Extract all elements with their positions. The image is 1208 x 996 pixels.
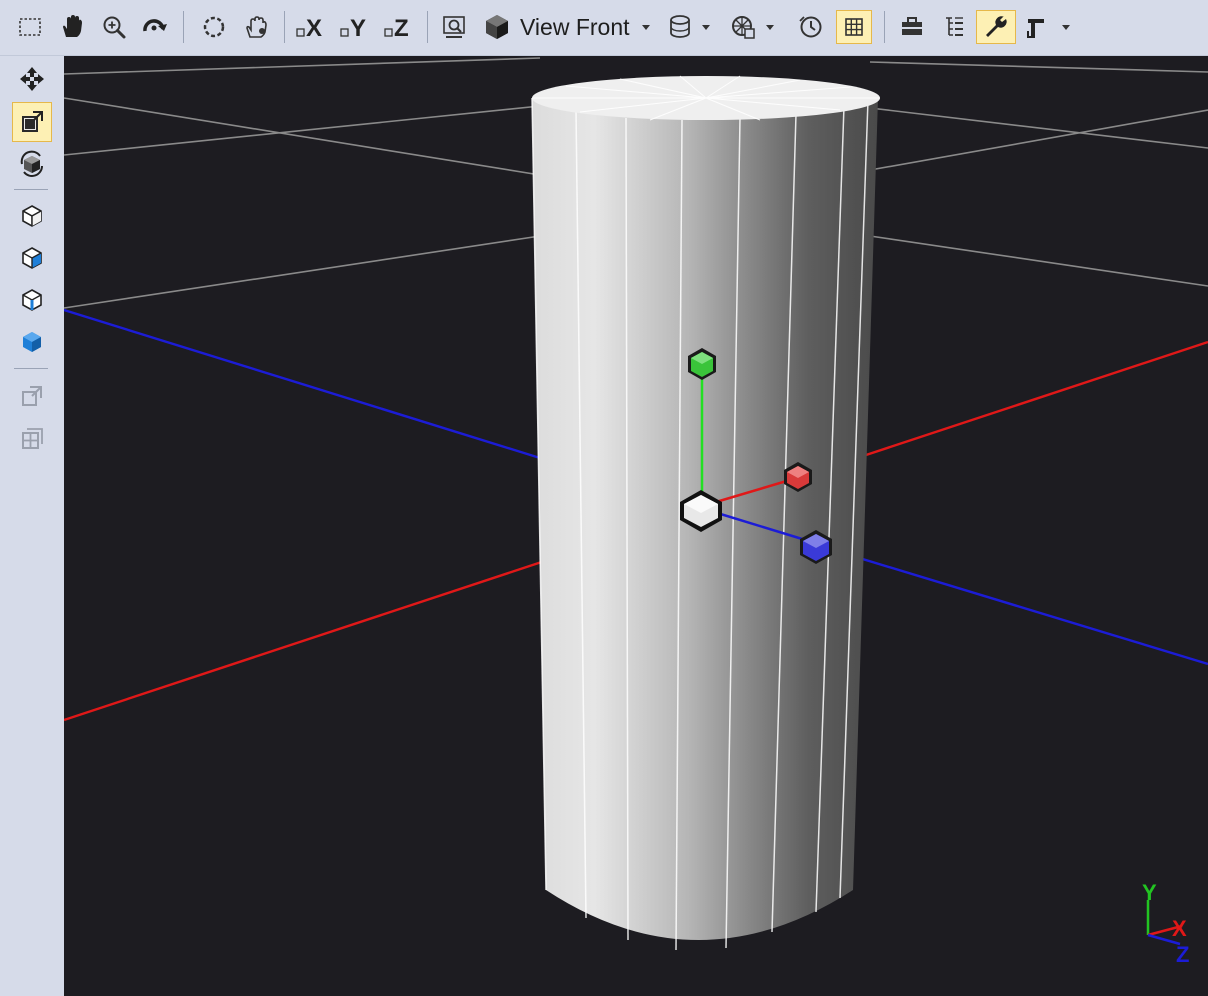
orientation-y-label: Y [1142, 880, 1157, 905]
axis-x-label: X [306, 15, 322, 42]
more-options-icon [1027, 19, 1044, 38]
properties-wrench-icon[interactable] [976, 10, 1016, 44]
extrude-icon[interactable] [12, 376, 52, 416]
axis-z-icon[interactable]: Z [382, 10, 420, 44]
frame-selection-icon[interactable] [238, 10, 274, 44]
chevron-down-icon [766, 24, 774, 30]
toolbar-separator [884, 11, 885, 43]
orientation-x-label: X [1172, 916, 1187, 941]
scene-canvas[interactable]: Y X Z [64, 56, 1208, 996]
select-vertex-icon[interactable] [12, 322, 52, 362]
world-axis-x-line [865, 340, 1208, 457]
orbit-icon[interactable] [136, 10, 172, 44]
main-toolbar: X Y Z View Front [0, 0, 1208, 56]
toolbar-separator [183, 11, 184, 43]
orientation-axes-indicator: Y X Z [1142, 880, 1189, 967]
shading-mode-icon [670, 15, 690, 38]
animation-clock-icon[interactable] [794, 10, 828, 44]
shading-mode-dropdown[interactable] [666, 10, 716, 44]
document-outline-icon[interactable] [936, 10, 972, 44]
select-edge-icon[interactable] [12, 280, 52, 320]
axis-x-icon[interactable]: X [294, 10, 332, 44]
toolbar-separator [427, 11, 428, 43]
pan-hand-icon[interactable] [54, 10, 90, 44]
chevron-down-icon [702, 24, 710, 30]
chevron-down-icon [641, 24, 650, 30]
scene-viewport[interactable]: Y X Z [64, 56, 1208, 996]
lighting-dropdown[interactable] [728, 10, 784, 44]
axis-y-label: Y [350, 15, 366, 42]
frame-all-icon[interactable] [196, 10, 232, 44]
axis-y-icon[interactable]: Y [338, 10, 376, 44]
view-mode-dropdown[interactable]: View Front [482, 10, 672, 44]
tools-sidebar [0, 56, 64, 996]
orientation-z-label: Z [1176, 942, 1189, 967]
more-options-dropdown[interactable] [1022, 10, 1084, 44]
toolbar-separator [284, 11, 285, 43]
toolbox-icon[interactable] [894, 10, 930, 44]
select-object-icon[interactable] [12, 196, 52, 236]
zoom-icon[interactable] [96, 10, 132, 44]
axis-z-label: Z [394, 15, 409, 42]
select-rect-icon[interactable] [12, 10, 48, 44]
grid-toggle-icon[interactable] [836, 10, 872, 44]
view-cube-icon [486, 15, 508, 39]
zoom-fit-icon[interactable] [436, 10, 472, 44]
sidebar-separator [14, 368, 48, 369]
subdivide-icon[interactable] [12, 418, 52, 458]
sidebar-separator [14, 189, 48, 190]
world-axis-z-line [64, 308, 541, 460]
scale-tool-icon[interactable] [12, 102, 52, 142]
view-mode-label: View Front [520, 13, 630, 40]
world-axis-x-line [64, 546, 585, 722]
model-editor-window: X Y Z View Front Y X Z [0, 0, 1208, 996]
move-tool-icon[interactable] [12, 59, 52, 99]
chevron-down-icon [1062, 24, 1070, 30]
rotate-tool-icon[interactable] [12, 144, 52, 184]
select-face-icon[interactable] [12, 238, 52, 278]
lighting-icon [732, 16, 755, 39]
